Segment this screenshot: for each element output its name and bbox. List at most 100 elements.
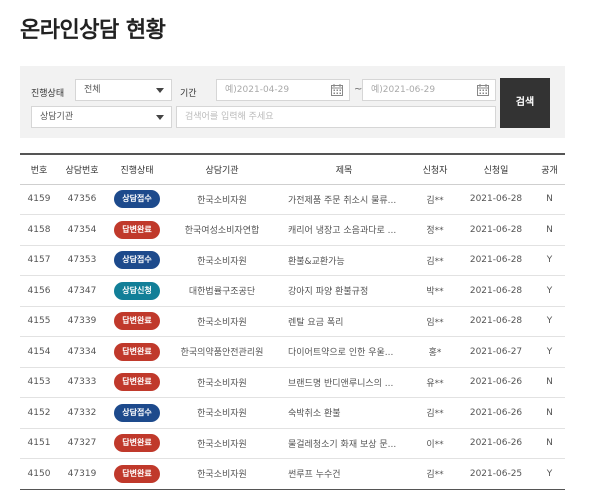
column-header-agency: 상담기관 (168, 153, 276, 185)
table-row[interactable]: 4150 47319 답변완료 한국소비자원 썬루프 누수건 김** 2021-06-25 Y (20, 458, 565, 490)
table-row[interactable]: 4155 47339 답변완료 한국소비자원 렌탈 요금 폭리 임** 2021-06-28… (20, 306, 565, 337)
row-agency: 한국소비자원 (168, 306, 276, 337)
row-public-flag: N (534, 184, 565, 215)
search-filter-panel: 진행상태 전체 기간 예)2021-04-29 ~ 예)2021-06-29 상… (20, 66, 565, 138)
row-public-flag: Y (534, 336, 565, 368)
row-status-cell: 상담접수 (106, 245, 168, 276)
row-public-flag: Y (534, 275, 565, 307)
row-status-cell: 상담접수 (106, 397, 168, 429)
row-public-flag: N (534, 428, 565, 459)
row-title-link[interactable]: 숙박취소 환불 (276, 397, 412, 429)
row-title-link[interactable]: 썬루프 누수건 (276, 458, 412, 490)
date-to-input[interactable]: 예)2021-06-29 (362, 79, 496, 101)
row-applicant: 홍* (412, 336, 458, 368)
date-to-placeholder: 예)2021-06-29 (371, 85, 436, 95)
row-case-number: 47353 (58, 245, 106, 276)
table-row[interactable]: 4154 47334 답변완료 한국의약품안전관리원 다이어트약으로 인한 우울... 홍… (20, 336, 565, 368)
status-badge: 답변완료 (114, 312, 160, 331)
row-applicant: 김** (412, 184, 458, 215)
row-case-number: 47333 (58, 367, 106, 398)
row-date: 2021-06-28 (458, 275, 534, 307)
row-date: 2021-06-25 (458, 458, 534, 490)
row-status-cell: 상담신청 (106, 275, 168, 307)
row-status-cell: 답변완료 (106, 367, 168, 398)
table-row[interactable]: 4156 47347 상담신청 대한법률구조공단 강아지 파양 환불규정 박** 2021-… (20, 275, 565, 307)
column-header-public: 공개 (534, 153, 565, 185)
row-title-link[interactable]: 가전제품 주문 취소시 물류... (276, 184, 412, 215)
status-badge: 답변완료 (114, 434, 160, 453)
status-badge: 상담신청 (114, 281, 160, 300)
row-date: 2021-06-26 (458, 397, 534, 429)
row-public-flag: N (534, 397, 565, 429)
chevron-down-icon (156, 115, 164, 120)
row-public-flag: Y (534, 306, 565, 337)
status-badge: 답변완료 (114, 342, 160, 361)
table-row[interactable]: 4152 47332 상담접수 한국소비자원 숙박취소 환불 김** 2021-06-26 N (20, 397, 565, 429)
keyword-input[interactable]: 검색어를 입력해 주세요 (176, 106, 496, 128)
row-case-number: 47319 (58, 458, 106, 490)
row-date: 2021-06-27 (458, 336, 534, 368)
table-row[interactable]: 4151 47327 답변완료 한국소비자원 물걸레청소기 화재 보상 문... 이** 2… (20, 428, 565, 459)
row-title-link[interactable]: 강아지 파양 환불규정 (276, 275, 412, 307)
row-public-flag: Y (534, 245, 565, 276)
row-agency: 한국소비자원 (168, 397, 276, 429)
row-number: 4158 (20, 214, 58, 246)
page-title: 온라인상담 현황 (20, 18, 166, 43)
status-badge: 상담접수 (114, 403, 160, 422)
row-status-cell: 답변완료 (106, 336, 168, 368)
row-public-flag: N (534, 367, 565, 398)
column-header-status: 진행상태 (106, 153, 168, 185)
row-date: 2021-06-28 (458, 245, 534, 276)
consultation-table: 번호 상담번호 진행상태 상담기관 제목 신청자 신청일 공개 4159 4735… (20, 153, 565, 490)
table-row[interactable]: 4153 47333 답변완료 한국소비자원 브랜드명 반디앤루니스의 ... 유** 20… (20, 367, 565, 398)
row-status-cell: 답변완료 (106, 428, 168, 459)
row-applicant: 유** (412, 367, 458, 398)
row-date: 2021-06-28 (458, 306, 534, 337)
row-status-cell: 답변완료 (106, 306, 168, 337)
row-title-link[interactable]: 물걸레청소기 화재 보상 문... (276, 428, 412, 459)
agency-select[interactable]: 상담기관 (31, 106, 172, 128)
search-button[interactable]: 검색 (500, 78, 550, 128)
column-header-case-number: 상담번호 (58, 153, 106, 185)
calendar-icon[interactable] (331, 84, 343, 96)
row-agency: 한국의약품안전관리원 (168, 336, 276, 368)
row-applicant: 김** (412, 397, 458, 429)
row-case-number: 47327 (58, 428, 106, 459)
row-case-number: 47332 (58, 397, 106, 429)
row-title-link[interactable]: 캐리어 냉장고 소음과다로 ... (276, 214, 412, 246)
row-number: 4150 (20, 458, 58, 490)
status-badge: 상담접수 (114, 251, 160, 270)
date-from-input[interactable]: 예)2021-04-29 (216, 79, 350, 101)
status-badge: 답변완료 (114, 464, 160, 483)
table-row[interactable]: 4157 47353 상담접수 한국소비자원 환불&교환가능 김** 2021-06-28 Y (20, 245, 565, 276)
row-title-link[interactable]: 렌탈 요금 폭리 (276, 306, 412, 337)
status-filter-label: 진행상태 (31, 89, 65, 99)
column-header-applicant: 신청자 (412, 153, 458, 185)
row-number: 4152 (20, 397, 58, 429)
row-case-number: 47356 (58, 184, 106, 215)
table-row[interactable]: 4159 47356 상담접수 한국소비자원 가전제품 주문 취소시 물류... 김** 2… (20, 184, 565, 215)
row-status-cell: 답변완료 (106, 458, 168, 490)
status-badge: 상담접수 (114, 190, 160, 209)
table-row[interactable]: 4158 47354 답변완료 한국여성소비자연합 캐리어 냉장고 소음과다로 ... 정… (20, 214, 565, 246)
row-number: 4157 (20, 245, 58, 276)
table-header-row: 번호 상담번호 진행상태 상담기관 제목 신청자 신청일 공개 (20, 153, 565, 185)
row-number: 4156 (20, 275, 58, 307)
status-badge: 답변완료 (114, 220, 160, 239)
agency-select-value: 상담기관 (40, 112, 74, 122)
row-agency: 대한법률구조공단 (168, 275, 276, 307)
row-title-link[interactable]: 브랜드명 반디앤루니스의 ... (276, 367, 412, 398)
chevron-down-icon (156, 88, 164, 93)
row-public-flag: N (534, 214, 565, 246)
period-label: 기간 (180, 89, 197, 99)
calendar-icon[interactable] (477, 84, 489, 96)
row-date: 2021-06-26 (458, 367, 534, 398)
row-applicant: 김** (412, 245, 458, 276)
status-select[interactable]: 전체 (75, 79, 172, 101)
row-case-number: 47354 (58, 214, 106, 246)
row-title-link[interactable]: 환불&교환가능 (276, 245, 412, 276)
row-agency: 한국소비자원 (168, 428, 276, 459)
row-title-link[interactable]: 다이어트약으로 인한 우울... (276, 336, 412, 368)
row-agency: 한국소비자원 (168, 458, 276, 490)
status-select-value: 전체 (84, 85, 101, 95)
